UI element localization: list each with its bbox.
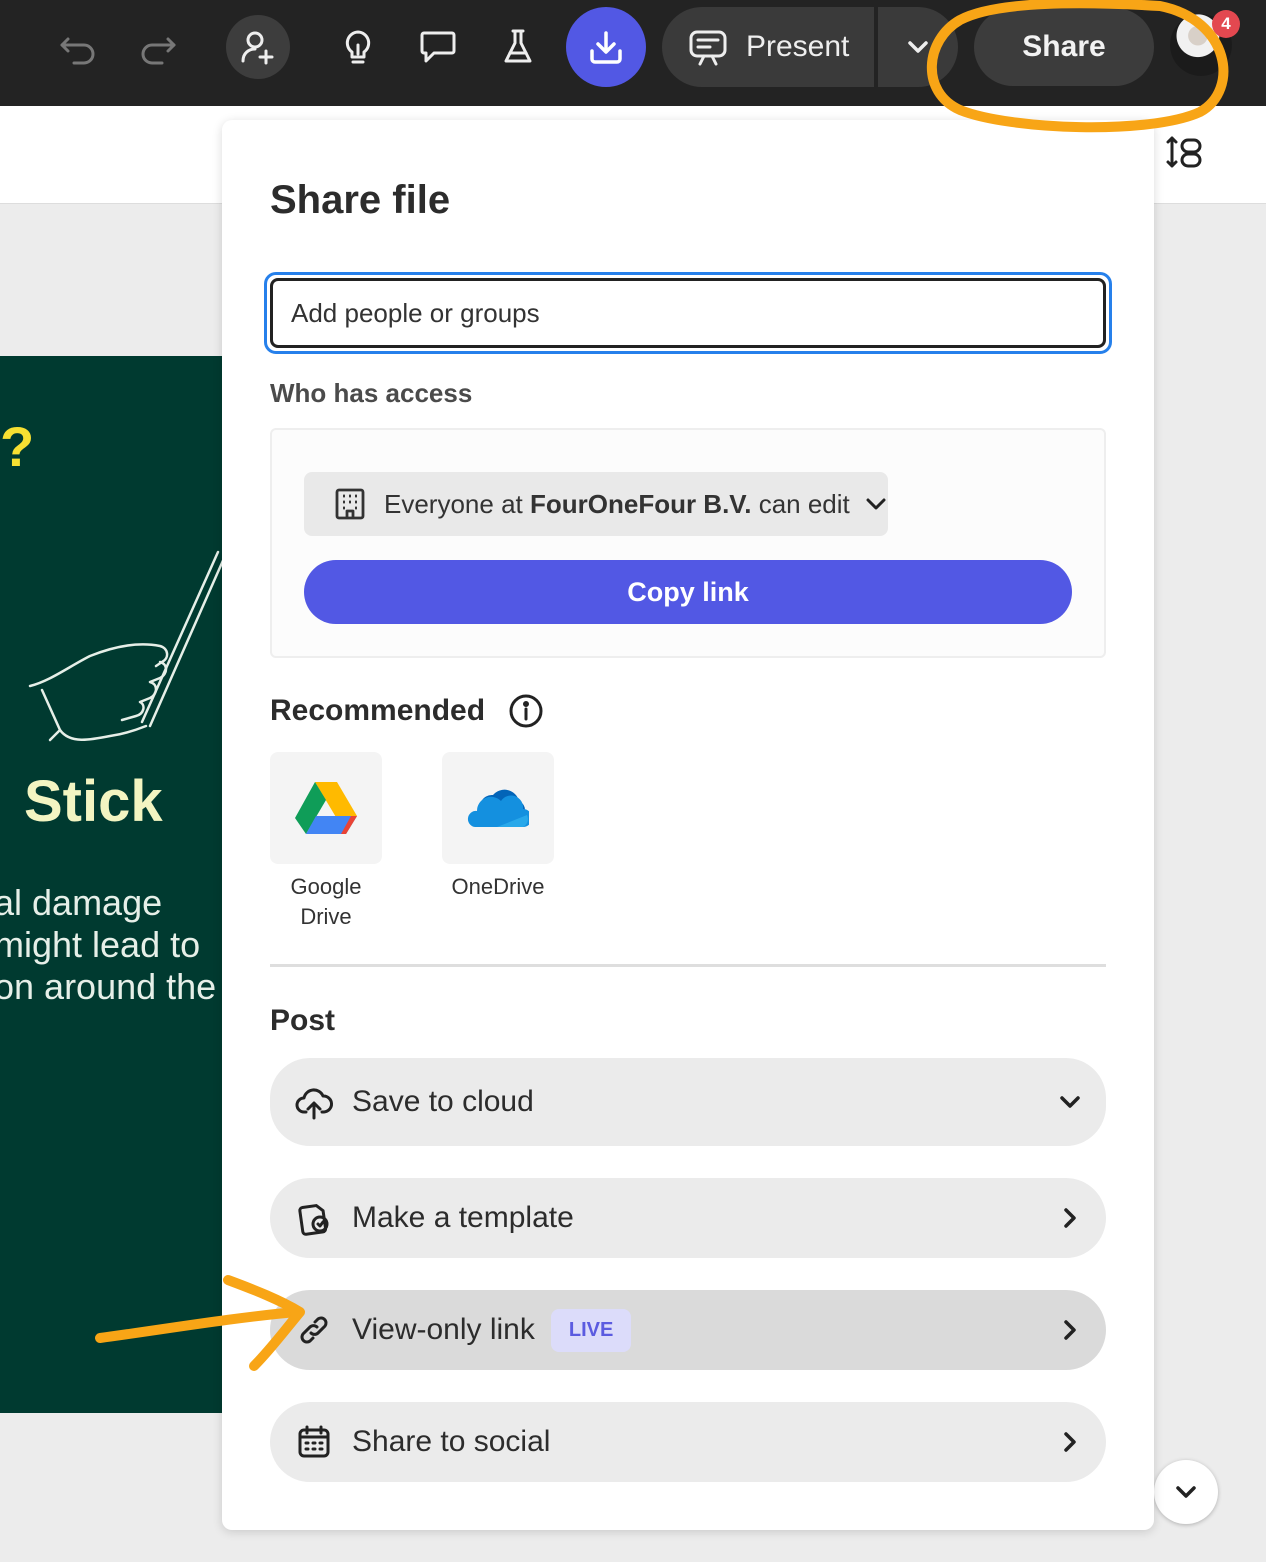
post-label: Post bbox=[270, 1004, 336, 1037]
onedrive-label: OneDrive bbox=[451, 874, 545, 899]
notification-badge: 4 bbox=[1212, 10, 1240, 38]
google-drive-icon bbox=[295, 782, 357, 834]
calendar-icon bbox=[294, 1422, 334, 1462]
who-has-access-label: Who has access bbox=[270, 378, 473, 408]
copy-link-button[interactable]: Copy link bbox=[304, 560, 1072, 624]
make-template-row[interactable]: Make a template bbox=[270, 1178, 1106, 1258]
onedrive-tile[interactable] bbox=[442, 752, 554, 864]
present-button[interactable]: Present bbox=[662, 7, 874, 87]
recommended-label: Recommended bbox=[270, 694, 486, 727]
template-icon bbox=[294, 1198, 334, 1238]
access-prefix: Everyone at bbox=[384, 488, 530, 519]
chevron-down-icon bbox=[1176, 1486, 1196, 1498]
chevron-down-icon bbox=[1060, 1096, 1080, 1108]
slide-line: al damage bbox=[0, 882, 163, 923]
present-icon bbox=[689, 30, 727, 66]
save-to-cloud-row[interactable]: Save to cloud bbox=[270, 1058, 1106, 1146]
hand-illustration bbox=[28, 550, 222, 742]
google-drive-label-text: Google Drive bbox=[290, 874, 362, 929]
slide-preview: ? Stick al damage might lead to on aroun… bbox=[0, 356, 222, 1413]
access-level-select[interactable]: Everyone at FourOneFour B.V. can edit bbox=[304, 472, 888, 536]
layers-icon[interactable] bbox=[1164, 132, 1208, 176]
flask-icon[interactable] bbox=[478, 7, 558, 87]
chevron-right-icon bbox=[1064, 1432, 1076, 1452]
scroll-down-button[interactable] bbox=[1154, 1460, 1218, 1524]
present-options-button[interactable] bbox=[878, 7, 958, 87]
undo-icon[interactable] bbox=[38, 7, 118, 87]
slide-line: on around the bbox=[0, 966, 217, 1007]
cloud-upload-icon bbox=[294, 1082, 334, 1122]
chevron-down-icon bbox=[866, 498, 886, 510]
divider bbox=[270, 964, 1106, 967]
make-template-label: Make a template bbox=[352, 1201, 574, 1234]
top-toolbar: Present Share 4 bbox=[0, 0, 1266, 106]
comment-icon[interactable] bbox=[398, 7, 478, 87]
link-icon bbox=[294, 1310, 334, 1350]
slide-line: might lead to bbox=[0, 924, 201, 965]
share-to-social-row[interactable]: Share to social bbox=[270, 1402, 1106, 1482]
download-icon[interactable] bbox=[566, 7, 646, 87]
live-badge: LIVE bbox=[550, 1308, 632, 1352]
add-people-input[interactable] bbox=[270, 278, 1106, 348]
chevron-right-icon bbox=[1064, 1208, 1076, 1228]
recommended-heading: Recommended bbox=[270, 692, 545, 730]
share-to-social-label: Share to social bbox=[352, 1425, 551, 1458]
slide-heading: Stick bbox=[24, 769, 163, 834]
panel-title: Share file bbox=[270, 178, 451, 222]
share-file-panel: Share file Who has access Everyone at Fo… bbox=[222, 120, 1154, 1530]
lightbulb-icon[interactable] bbox=[318, 7, 398, 87]
slide-question-mark: ? bbox=[0, 415, 35, 478]
building-icon bbox=[335, 488, 365, 520]
add-people-field bbox=[264, 272, 1112, 354]
present-label: Present bbox=[746, 30, 850, 63]
google-drive-tile[interactable] bbox=[270, 752, 382, 864]
slide-body-text: al damage might lead to on around the bbox=[0, 882, 216, 1008]
view-only-link-row[interactable]: View-only link LIVE bbox=[270, 1290, 1106, 1370]
access-suffix: can edit bbox=[751, 488, 850, 519]
redo-icon[interactable] bbox=[118, 7, 198, 87]
share-button[interactable]: Share bbox=[974, 8, 1154, 86]
access-org: FourOneFour B.V. bbox=[529, 488, 752, 519]
onedrive-icon bbox=[467, 789, 529, 827]
chevron-right-icon bbox=[1064, 1320, 1076, 1340]
invite-user-icon[interactable] bbox=[226, 15, 290, 79]
view-only-link-label: View-only link bbox=[352, 1313, 535, 1346]
info-icon[interactable] bbox=[507, 692, 545, 730]
google-drive-label: Google Drive bbox=[256, 872, 396, 932]
save-to-cloud-label: Save to cloud bbox=[352, 1085, 534, 1118]
chevron-down-icon bbox=[908, 41, 928, 53]
access-box: Everyone at FourOneFour B.V. can edit Co… bbox=[270, 428, 1106, 658]
